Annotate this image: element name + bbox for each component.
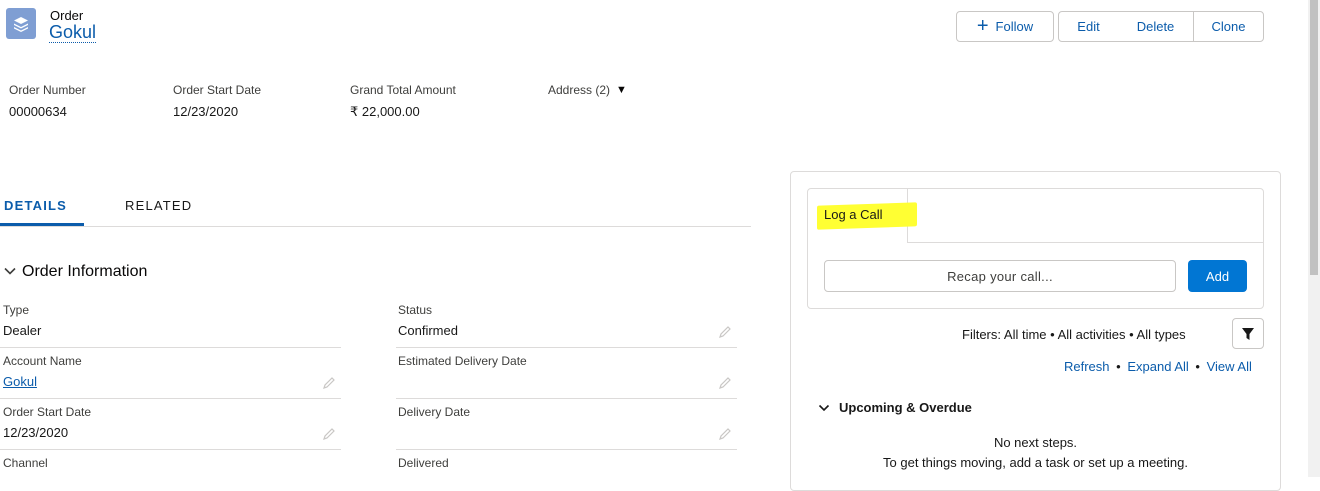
account-name-link[interactable]: Gokul (3, 374, 37, 389)
field-divider (0, 347, 341, 348)
refresh-link[interactable]: Refresh (1064, 359, 1110, 374)
follow-label: Follow (995, 19, 1034, 34)
address-dropdown[interactable]: Address (2) ▼ (548, 83, 627, 97)
tab-related[interactable]: RELATED (125, 198, 192, 213)
filter-button[interactable] (1232, 318, 1264, 349)
clone-button[interactable]: Clone (1193, 11, 1264, 42)
filter-funnel-icon (1242, 327, 1254, 340)
expand-all-link[interactable]: Expand All (1127, 359, 1188, 374)
link-separator: • (1116, 359, 1121, 374)
field-label: Status (398, 303, 433, 317)
pencil-icon[interactable] (718, 427, 732, 441)
field-label: Estimated Delivery Date (398, 354, 527, 368)
highlight-value: 00000634 (9, 104, 67, 119)
section-title[interactable]: Order Information (22, 263, 147, 281)
field-value: Confirmed (398, 323, 458, 338)
pencil-icon[interactable] (718, 376, 732, 390)
chevron-down-icon[interactable] (818, 402, 830, 414)
tab-details[interactable]: DETAILS (4, 198, 67, 213)
caret-down-icon: ▼ (616, 84, 627, 96)
field-divider (396, 449, 737, 450)
tab-divider (0, 226, 751, 227)
field-divider (0, 449, 341, 450)
pencil-icon[interactable] (718, 325, 732, 339)
view-all-link[interactable]: View All (1207, 359, 1252, 374)
field-divider (0, 398, 341, 399)
order-icon (6, 8, 36, 39)
field-label: Delivered (398, 456, 449, 470)
pencil-icon[interactable] (322, 427, 336, 441)
link-separator: • (1195, 359, 1200, 374)
object-type-label: Order (50, 8, 84, 23)
highlight-label: Order Number (9, 83, 86, 97)
highlight-value: ₹ 22,000.00 (350, 104, 420, 119)
scrollbar-thumb[interactable] (1310, 0, 1318, 275)
composer-tab-border (907, 242, 1264, 243)
field-value: Dealer (3, 323, 42, 338)
field-label: Channel (3, 456, 48, 470)
activity-links: Refresh • Expand All • View All (1064, 359, 1252, 374)
plus-icon: + (976, 15, 989, 37)
field-label: Delivery Date (398, 405, 471, 419)
field-label: Order Start Date (3, 405, 92, 419)
edit-button[interactable]: Edit (1058, 11, 1119, 42)
field-value: 12/23/2020 (3, 425, 69, 440)
filters-summary[interactable]: Filters: All time • All activities • All… (962, 327, 1186, 342)
field-divider (396, 347, 737, 348)
field-label: Account Name (3, 354, 82, 368)
delete-button[interactable]: Delete (1118, 11, 1194, 42)
add-button[interactable]: Add (1188, 260, 1247, 292)
pencil-icon[interactable] (322, 376, 336, 390)
tab-log-a-call[interactable]: Log a Call (824, 207, 883, 222)
highlight-value: 12/23/2020 (173, 104, 239, 119)
highlight-label: Order Start Date (173, 83, 262, 97)
upcoming-overdue-title[interactable]: Upcoming & Overdue (839, 400, 972, 415)
field-divider (396, 398, 737, 399)
empty-state-hint: To get things moving, add a task or set … (883, 455, 1188, 470)
record-name[interactable]: Gokul (49, 22, 97, 43)
chevron-down-icon[interactable] (3, 264, 17, 278)
address-label: Address (2) (548, 83, 611, 97)
follow-button[interactable]: + Follow (956, 11, 1054, 42)
highlight-label: Grand Total Amount (350, 83, 456, 97)
recap-call-input[interactable]: Recap your call... (824, 260, 1176, 292)
empty-state-title: No next steps. (993, 435, 1078, 450)
field-label: Type (3, 303, 30, 317)
stack-layers-icon (14, 16, 28, 32)
